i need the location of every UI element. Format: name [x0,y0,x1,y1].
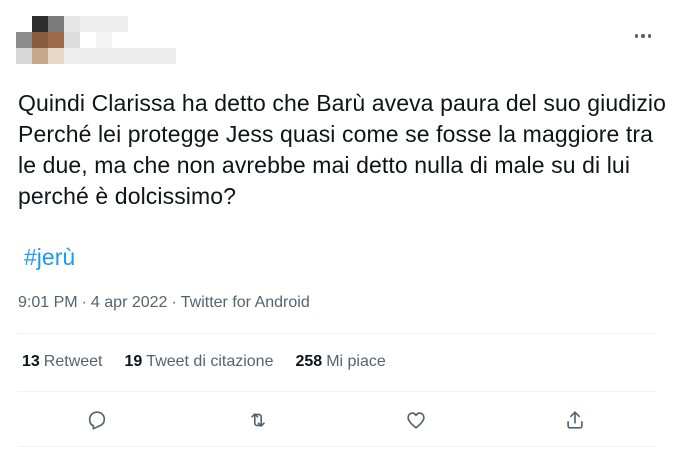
share-icon [567,411,583,429]
tweet-date[interactable]: 4 apr 2022 [91,294,168,311]
author-name-obscured[interactable] [80,16,180,68]
quote-count-link[interactable]: 19 Tweet di citazione [125,353,274,371]
tweet-metadata: 9:01 PM · 4 apr 2022 · Twitter for Android [18,294,310,312]
quote-count: 19 [124,353,143,370]
tweet-source[interactable]: Twitter for Android [181,294,310,311]
quote-label: Tweet di citazione [146,353,274,370]
share-button[interactable] [557,402,593,438]
like-label: Mi piace [326,353,386,370]
divider [18,333,656,334]
tweet-stats: 13 Retweet 19 Tweet di citazione 258 Mi pia… [22,353,386,371]
like-count: 258 [295,353,323,370]
divider [18,391,656,392]
tweet-header [16,16,661,68]
reply-icon [88,411,106,430]
meta-separator: · [81,294,87,311]
retweet-button[interactable] [240,402,276,438]
hashtag-link[interactable]: #jerù [24,244,75,271]
more-options-button[interactable] [631,24,655,48]
retweet-icon [251,413,265,427]
tweet-actions [0,402,677,438]
meta-separator: · [171,294,177,311]
divider [18,446,656,447]
tweet-time[interactable]: 9:01 PM [18,294,78,311]
retweet-count: 13 [22,353,40,370]
more-horizontal-icon [634,34,639,38]
avatar[interactable] [16,16,80,68]
like-count-link[interactable]: 258 Mi piace [295,353,385,371]
retweet-label: Retweet [43,353,103,370]
reply-button[interactable] [79,402,115,438]
retweet-count-link[interactable]: 13 Retweet [22,353,103,371]
tweet-text: Quindi Clarissa ha detto che Barù aveva … [18,90,667,209]
heart-icon [407,412,425,429]
like-button[interactable] [398,402,434,438]
